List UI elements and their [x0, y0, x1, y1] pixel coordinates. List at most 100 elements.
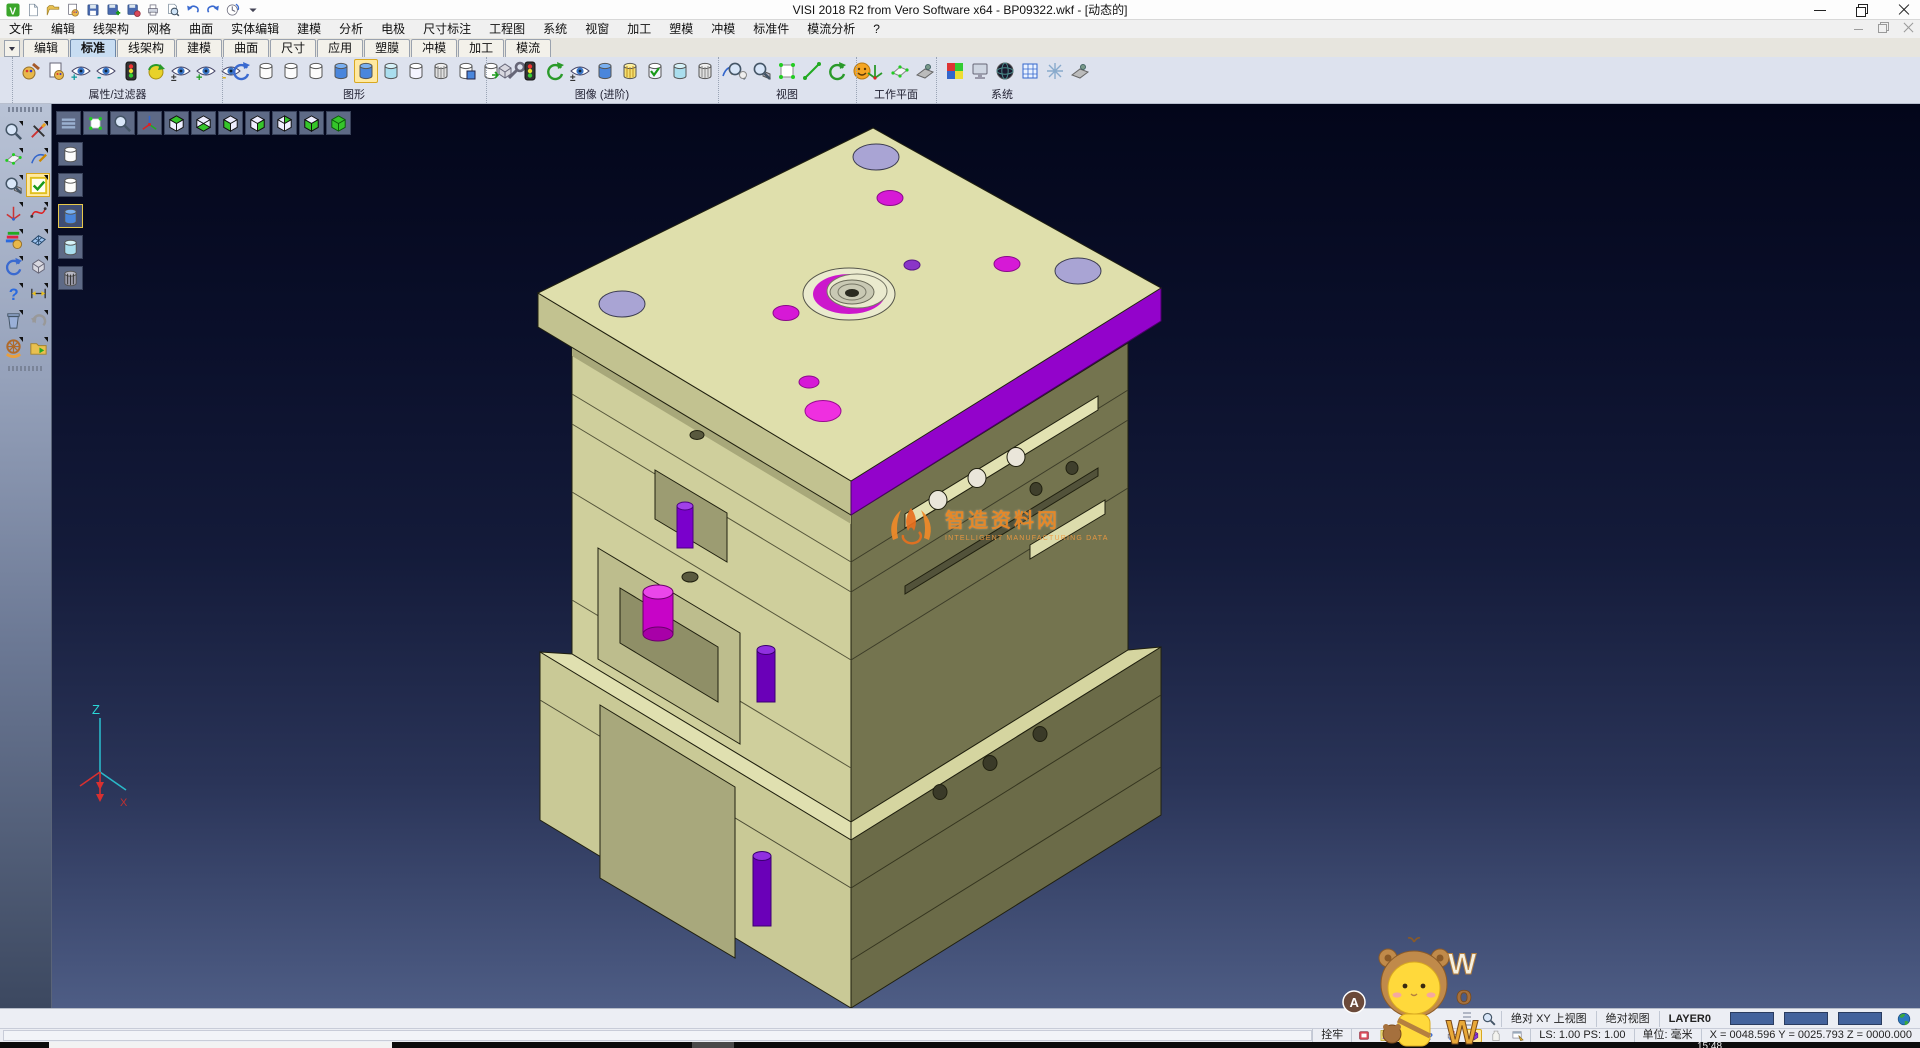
menu-item-4[interactable]: 曲面: [180, 20, 222, 38]
show-all-icon[interactable]: +: [194, 59, 218, 83]
history-button[interactable]: [224, 1, 242, 19]
body-shaded-icon[interactable]: [329, 59, 353, 83]
view-zoom-pair-icon[interactable]: [725, 59, 749, 83]
sketch-curve-icon[interactable]: [26, 146, 50, 170]
workplane-plane-icon[interactable]: [888, 59, 912, 83]
menu-item-0[interactable]: 文件: [0, 20, 42, 38]
tab-dropdown-button[interactable]: [4, 40, 20, 57]
image-toggle-icon[interactable]: ±: [568, 59, 592, 83]
tab-塑膜[interactable]: 塑膜: [364, 39, 410, 57]
shade-hidden-line-icon[interactable]: [58, 173, 83, 197]
body-ghost-icon[interactable]: [404, 59, 428, 83]
export-folder-icon[interactable]: [26, 335, 50, 359]
globe-icon[interactable]: [1892, 1007, 1916, 1031]
view-axis-icon[interactable]: [137, 111, 162, 135]
menu-item-7[interactable]: 分析: [330, 20, 372, 38]
quick-access-dropdown[interactable]: [244, 1, 262, 19]
body-transparent-icon[interactable]: [379, 59, 403, 83]
close-button[interactable]: [1898, 4, 1910, 16]
solid-view-icon[interactable]: [26, 254, 50, 278]
minimize-button[interactable]: [1814, 4, 1826, 16]
material-jar-icon[interactable]: [1488, 1029, 1504, 1043]
body-wireframe-3-icon[interactable]: [304, 59, 328, 83]
view-extents-icon[interactable]: [83, 111, 108, 135]
snap-capture-icon[interactable]: [1356, 1029, 1372, 1043]
filter-refresh-icon[interactable]: [144, 59, 168, 83]
view-right-icon[interactable]: [245, 111, 270, 135]
confirm-check-icon[interactable]: [26, 173, 50, 197]
menu-item-6[interactable]: 建模: [288, 20, 330, 38]
view-line-icon[interactable]: [800, 59, 824, 83]
workplane-active-icon[interactable]: [1466, 1029, 1482, 1043]
ucs-origin-icon[interactable]: [1, 200, 25, 224]
open-file-button[interactable]: [44, 1, 62, 19]
3d-viewport[interactable]: Z X 智造资料网 INTELLIGENT MAN: [52, 104, 1920, 1008]
shade-transparent-icon[interactable]: [58, 235, 83, 259]
menu-item-10[interactable]: 工程图: [480, 20, 534, 38]
undo-button[interactable]: [184, 1, 202, 19]
menu-item-18[interactable]: ?: [864, 20, 889, 38]
graphics-refresh-icon[interactable]: [229, 59, 253, 83]
view-menu-icon[interactable]: [56, 111, 81, 135]
view-zoom-box-icon[interactable]: [750, 59, 774, 83]
body-wireframe-1-icon[interactable]: [254, 59, 278, 83]
restore-button[interactable]: [1856, 4, 1868, 16]
edit-spline-icon[interactable]: [26, 200, 50, 224]
tab-编辑[interactable]: 编辑: [23, 39, 69, 57]
active-layer-indicator[interactable]: LAYER0: [1659, 1011, 1720, 1027]
measure-distance-icon[interactable]: [26, 281, 50, 305]
taskbar-button[interactable]: [49, 1042, 392, 1048]
menu-item-15[interactable]: 冲模: [702, 20, 744, 38]
view-refresh-icon[interactable]: [825, 59, 849, 83]
delete-icon[interactable]: [1, 308, 25, 332]
toolbar-grip[interactable]: [8, 107, 43, 112]
workplane-axes-icon[interactable]: [863, 59, 887, 83]
print-status-icon[interactable]: [1444, 1029, 1460, 1043]
layer-color-1[interactable]: [1730, 1012, 1774, 1025]
menu-item-11[interactable]: 系统: [534, 20, 576, 38]
system-globe-icon[interactable]: [993, 59, 1017, 83]
grid-window-icon[interactable]: [26, 227, 50, 251]
menu-item-1[interactable]: 编辑: [42, 20, 84, 38]
menu-item-3[interactable]: 网格: [138, 20, 180, 38]
image-refresh-icon[interactable]: [543, 59, 567, 83]
status-grip[interactable]: [1463, 1012, 1471, 1026]
save-as-button[interactable]: [104, 1, 122, 19]
view-top-icon[interactable]: [164, 111, 189, 135]
system-surface-icon[interactable]: [1068, 59, 1092, 83]
lock-indicator[interactable]: 拴牢: [1312, 1029, 1351, 1043]
menu-item-5[interactable]: 实体编辑: [222, 20, 288, 38]
save-button[interactable]: [84, 1, 102, 19]
tab-应用[interactable]: 应用: [317, 39, 363, 57]
workplane-surface-icon[interactable]: [913, 59, 937, 83]
child-restore-button[interactable]: [1878, 22, 1889, 33]
tab-尺寸[interactable]: 尺寸: [270, 39, 316, 57]
image-shaded-icon[interactable]: [593, 59, 617, 83]
visi-logo[interactable]: V: [4, 1, 22, 19]
import-file-button[interactable]: [64, 1, 82, 19]
menu-item-9[interactable]: 尺寸标注: [414, 20, 480, 38]
shade-shaded-icon[interactable]: [58, 204, 83, 228]
system-snap-icon[interactable]: [1043, 59, 1067, 83]
menu-item-16[interactable]: 标准件: [744, 20, 798, 38]
tab-线架构[interactable]: 线架构: [117, 39, 175, 57]
view-left-icon[interactable]: [218, 111, 243, 135]
tab-建模[interactable]: 建模: [176, 39, 222, 57]
help-status-icon[interactable]: ?: [1422, 1029, 1438, 1043]
toolbar-grip[interactable]: [8, 366, 43, 371]
body-hatched-icon[interactable]: [429, 59, 453, 83]
system-colors-icon[interactable]: [943, 59, 967, 83]
print-preview-button[interactable]: [164, 1, 182, 19]
attribute-layers-icon[interactable]: [1, 227, 25, 251]
scale-indicator[interactable]: LS: 1.00 PS: 1.00: [1530, 1029, 1633, 1043]
grid-toggle-icon[interactable]: [1400, 1029, 1416, 1043]
image-traffic-icon[interactable]: [518, 59, 542, 83]
visibility-add-icon[interactable]: +: [69, 59, 93, 83]
menu-item-8[interactable]: 电极: [372, 20, 414, 38]
view-iso-icon[interactable]: [326, 111, 351, 135]
redo-button[interactable]: [204, 1, 222, 19]
menu-item-2[interactable]: 线架构: [84, 20, 138, 38]
image-verify-icon[interactable]: [643, 59, 667, 83]
view-back-icon[interactable]: [272, 111, 297, 135]
undo-view-icon[interactable]: [26, 308, 50, 332]
